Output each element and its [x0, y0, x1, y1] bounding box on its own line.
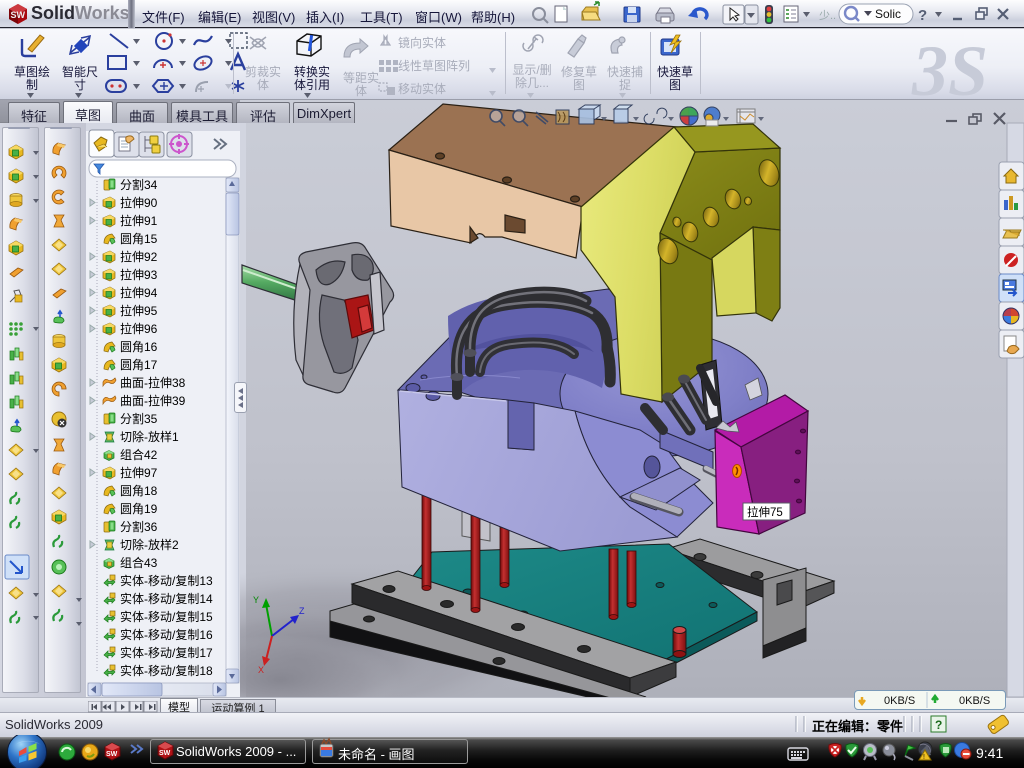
- svg-text:SW: SW: [106, 751, 118, 758]
- svg-text:拉伸95: 拉伸95: [120, 303, 158, 318]
- svg-text:!: !: [923, 754, 925, 761]
- svg-text:拉伸94: 拉伸94: [120, 285, 158, 300]
- svg-text:0KB/S: 0KB/S: [959, 695, 990, 707]
- svg-text:组合42: 组合42: [120, 447, 158, 462]
- svg-text:切除-放样2: 切除-放样2: [120, 537, 179, 552]
- svg-text:拉伸90: 拉伸90: [120, 195, 158, 210]
- svg-text:实体-移动/复制14: 实体-移动/复制14: [120, 591, 213, 606]
- svg-text:实体-移动/复制16: 实体-移动/复制16: [120, 627, 213, 642]
- svg-text:X: X: [258, 665, 264, 675]
- svg-text:拉伸96: 拉伸96: [120, 321, 158, 336]
- svg-text:?: ?: [918, 7, 927, 24]
- svg-text:分割36: 分割36: [120, 519, 158, 534]
- svg-text:实体-移动/复制13: 实体-移动/复制13: [120, 573, 213, 588]
- svg-text:切除-放样1: 切除-放样1: [120, 429, 179, 444]
- svg-text:少..: 少..: [819, 9, 836, 22]
- svg-text:分割35: 分割35: [120, 411, 158, 426]
- svg-text:圆角17: 圆角17: [120, 358, 158, 372]
- svg-text:圆角18: 圆角18: [120, 484, 158, 498]
- svg-text:曲面-拉伸39: 曲面-拉伸39: [120, 393, 186, 408]
- svg-text:0KB/S: 0KB/S: [884, 695, 915, 707]
- svg-text:拉伸97: 拉伸97: [120, 465, 158, 480]
- svg-text:Z: Z: [299, 606, 305, 616]
- svg-text:Y: Y: [253, 595, 259, 605]
- svg-text:实体-移动/复制17: 实体-移动/复制17: [120, 645, 213, 660]
- svg-text:实体-移动/复制15: 实体-移动/复制15: [120, 609, 213, 624]
- svg-text:?: ?: [935, 718, 942, 732]
- svg-text:拉伸93: 拉伸93: [120, 267, 158, 282]
- svg-text:SW: SW: [11, 10, 26, 20]
- svg-text:组合43: 组合43: [120, 555, 158, 570]
- svg-text:圆角19: 圆角19: [120, 502, 158, 516]
- svg-text:曲面-拉伸38: 曲面-拉伸38: [120, 375, 186, 390]
- svg-text:圆角15: 圆角15: [120, 232, 158, 246]
- svg-text:拉伸91: 拉伸91: [120, 213, 158, 228]
- svg-text:拉伸92: 拉伸92: [120, 249, 158, 264]
- svg-text:圆角16: 圆角16: [120, 340, 158, 354]
- svg-text:Solic: Solic: [875, 7, 901, 21]
- svg-text:拉伸75: 拉伸75: [747, 505, 783, 519]
- svg-text:实体-移动/复制18: 实体-移动/复制18: [120, 663, 213, 678]
- svg-text:分割34: 分割34: [120, 177, 158, 192]
- svg-text:SW: SW: [159, 750, 171, 757]
